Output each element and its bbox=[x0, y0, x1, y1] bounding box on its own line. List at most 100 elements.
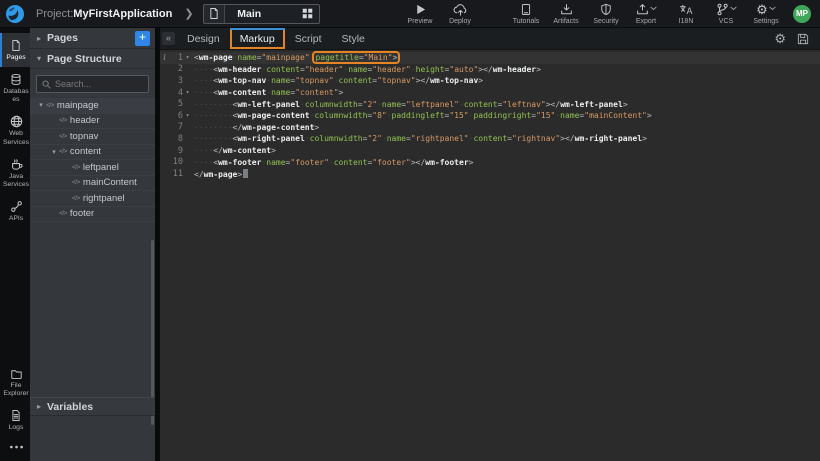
code-tag-icon: </> bbox=[72, 164, 80, 171]
caret-down-icon[interactable]: ▾ bbox=[36, 101, 46, 109]
page-structure-title: Page Structure bbox=[47, 53, 122, 65]
tree-item-footer[interactable]: </>footer bbox=[30, 207, 155, 223]
tree-item-leftpanel[interactable]: </>leftpanel bbox=[30, 160, 155, 176]
rail-item-databases[interactable]: Databases bbox=[0, 67, 30, 109]
tree-item-mainContent[interactable]: </>mainContent bbox=[30, 176, 155, 192]
topbar-export-button[interactable]: Export bbox=[626, 2, 666, 25]
code-tag-icon: </> bbox=[72, 179, 80, 186]
code-line-text: ····</wm-content> bbox=[194, 146, 276, 155]
project-name: MyFirstApplication bbox=[73, 8, 172, 20]
fold-toggle-icon[interactable]: ▾ bbox=[183, 89, 192, 96]
topbar-action-label: Settings bbox=[753, 18, 778, 25]
tree-item-mainpage[interactable]: ▾</>mainpage bbox=[30, 98, 155, 114]
rail-item-apis[interactable]: APIs bbox=[0, 194, 30, 228]
gutter: 11 bbox=[160, 169, 194, 179]
code-line-3[interactable]: 3····<wm-top-nav·name="topnav"·content="… bbox=[160, 75, 820, 87]
wavemaker-logo-icon[interactable] bbox=[5, 4, 25, 24]
editor-tab-actions: ⚙ bbox=[774, 28, 820, 49]
topbar-security-button[interactable]: Security bbox=[586, 2, 626, 25]
rail-item-more[interactable] bbox=[0, 437, 30, 457]
tab-style[interactable]: Style bbox=[332, 28, 375, 49]
collapse-sidebar-button[interactable]: « bbox=[162, 32, 175, 45]
code-line-text: ········<wm-page-content·columnwidth="8"… bbox=[194, 111, 652, 120]
code-line-7[interactable]: 7········</wm-page-content> bbox=[160, 122, 820, 134]
topbar-vcs-button[interactable]: VCS bbox=[706, 2, 746, 25]
tab-script[interactable]: Script bbox=[285, 28, 332, 49]
rail-top-items: PagesDatabases Web Services Java Services A… bbox=[0, 28, 30, 228]
tree-item-rightpanel[interactable]: </>rightpanel bbox=[30, 191, 155, 207]
page-selector[interactable]: Main bbox=[203, 4, 320, 24]
topbar-i18n-button[interactable]: AI18N bbox=[666, 2, 706, 25]
code-line-9[interactable]: 9····</wm-content> bbox=[160, 145, 820, 157]
rail-item-label: APIs bbox=[2, 215, 30, 223]
text-cursor bbox=[243, 169, 248, 178]
pages-sidebar: ▸ Pages + ▾ Page Structure Search... ▾</… bbox=[30, 28, 155, 461]
line-number: 7 bbox=[169, 122, 183, 132]
rail-item-web-services[interactable]: Web Services bbox=[0, 109, 30, 151]
page-file-cell[interactable] bbox=[204, 5, 226, 23]
page-file-icon bbox=[208, 7, 220, 20]
caret-down-icon: ▾ bbox=[37, 54, 47, 63]
tree-item-content[interactable]: ▾</>content bbox=[30, 145, 155, 161]
variables-section-header[interactable]: ▸ Variables bbox=[30, 397, 155, 416]
caret-down-icon[interactable]: ▾ bbox=[49, 148, 59, 156]
tab-design[interactable]: Design bbox=[177, 28, 230, 49]
markup-code-editor[interactable]: i1▾<wm-page·name="mainpage"·pagetitle="M… bbox=[160, 50, 820, 180]
variables-title: Variables bbox=[47, 401, 93, 413]
topbar-settings-button[interactable]: ⚙Settings bbox=[746, 2, 786, 25]
code-line-text: ····<wm-top-nav·name="topnav"·content="t… bbox=[194, 76, 483, 85]
page-grid-cell[interactable] bbox=[295, 5, 319, 23]
gutter: 8 bbox=[160, 134, 194, 144]
code-line-4[interactable]: 4▾····<wm-content·name="content"> bbox=[160, 87, 820, 99]
chevron-down-icon bbox=[730, 0, 737, 16]
rail-item-label: File Explorer bbox=[2, 382, 30, 398]
logs-icon bbox=[10, 409, 22, 422]
add-page-button[interactable]: + bbox=[135, 31, 150, 46]
topbar: Project:MyFirstApplication ❯ Main Previe… bbox=[0, 0, 820, 28]
search-input[interactable]: Search... bbox=[36, 75, 149, 93]
rail-item-label: Java Services bbox=[2, 173, 30, 189]
code-tag-icon: </> bbox=[59, 117, 67, 124]
topbar-artifacts-button[interactable]: Artifacts bbox=[546, 2, 586, 25]
gutter: i1▾ bbox=[160, 53, 194, 63]
gutter: 10 bbox=[160, 157, 194, 167]
code-line-5[interactable]: 5········<wm-left-panel·columnwidth="2"·… bbox=[160, 98, 820, 110]
rail-item-logs[interactable]: Logs bbox=[0, 403, 30, 437]
editor-settings-button[interactable]: ⚙ bbox=[774, 32, 786, 45]
code-line-6[interactable]: 6▾········<wm-page-content·columnwidth="… bbox=[160, 110, 820, 122]
line-number: 6 bbox=[169, 111, 183, 121]
file-explorer-icon bbox=[10, 368, 23, 380]
pages-section-header[interactable]: ▸ Pages + bbox=[30, 28, 155, 49]
code-line-2[interactable]: 2····<wm-header·content="header"·name="h… bbox=[160, 64, 820, 76]
chevron-down-icon bbox=[650, 0, 657, 16]
user-avatar[interactable]: MP bbox=[793, 5, 811, 23]
code-line-11[interactable]: 11</wm-page> bbox=[160, 168, 820, 180]
rail-item-label: Web Services bbox=[2, 130, 30, 146]
info-icon[interactable]: i bbox=[160, 53, 169, 62]
topbar-deploy-button[interactable]: Deploy bbox=[440, 2, 480, 25]
code-line-10[interactable]: 10····<wm-footer·name="footer"·content="… bbox=[160, 156, 820, 168]
fold-toggle-icon[interactable]: ▾ bbox=[183, 112, 192, 119]
page-structure-tree: ▾</>mainpage</>header</>topnav▾</>conten… bbox=[30, 98, 155, 222]
code-line-8[interactable]: 8········<wm-right-panel·columnwidth="2"… bbox=[160, 133, 820, 145]
topbar-preview-button[interactable]: Preview bbox=[400, 2, 440, 25]
gutter: 2 bbox=[160, 64, 194, 74]
current-page-name[interactable]: Main bbox=[225, 8, 295, 20]
rail-item-file-explorer[interactable]: File Explorer bbox=[0, 362, 30, 403]
fold-toggle-icon[interactable]: ▾ bbox=[183, 54, 192, 61]
code-line-1[interactable]: i1▾<wm-page·name="mainpage"·pagetitle="M… bbox=[160, 52, 820, 64]
code-tag-icon: </> bbox=[59, 210, 67, 217]
tree-item-label: leftpanel bbox=[83, 162, 119, 173]
tab-markup[interactable]: Markup bbox=[230, 28, 285, 49]
tree-item-header[interactable]: </>header bbox=[30, 114, 155, 130]
databases-icon bbox=[10, 73, 22, 86]
pages-section-title: Pages bbox=[47, 32, 78, 44]
topbar-action-label: Security bbox=[593, 18, 618, 25]
rail-item-java-services[interactable]: Java Services bbox=[0, 152, 30, 194]
topbar-tutorials-button[interactable]: Tutorials bbox=[506, 2, 546, 25]
save-button[interactable] bbox=[797, 33, 809, 45]
page-structure-header[interactable]: ▾ Page Structure bbox=[30, 49, 155, 69]
tree-item-topnav[interactable]: </>topnav bbox=[30, 129, 155, 145]
rail-item-pages[interactable]: Pages bbox=[0, 33, 30, 67]
project-label: Project: bbox=[36, 8, 73, 20]
